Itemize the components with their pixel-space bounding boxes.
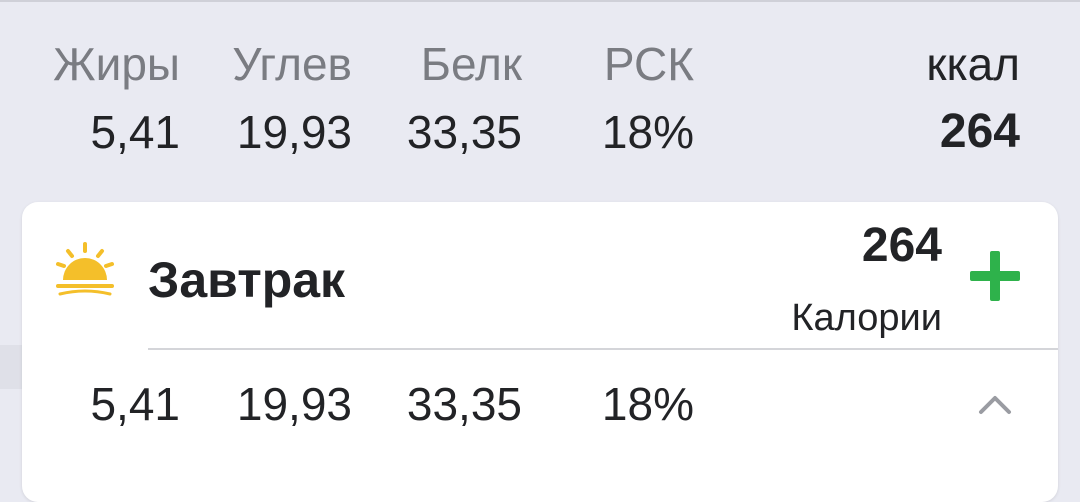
- kcal-value: 264: [939, 105, 1020, 158]
- meal-protein-value: 33,35: [406, 378, 522, 430]
- protein-header: Белк: [420, 38, 522, 90]
- sunrise-icon: [56, 242, 114, 296]
- protein-value: 33,35: [406, 106, 522, 158]
- card-divider: [148, 348, 1058, 350]
- rsk-value: 18%: [601, 106, 694, 158]
- rsk-header: РСК: [603, 38, 694, 90]
- add-food-button[interactable]: [966, 248, 1024, 304]
- kcal-header: ккал: [926, 38, 1020, 90]
- meal-calories-label: Калории: [791, 297, 942, 339]
- daily-summary: Жиры Углев Белк РСК ккал 5,41 19,93 33,3…: [0, 0, 1080, 190]
- chevron-up-icon[interactable]: [976, 388, 1014, 418]
- meal-calories: 264: [861, 219, 942, 272]
- meal-rsk-value: 18%: [601, 378, 694, 430]
- meal-title[interactable]: Завтрак: [148, 250, 345, 310]
